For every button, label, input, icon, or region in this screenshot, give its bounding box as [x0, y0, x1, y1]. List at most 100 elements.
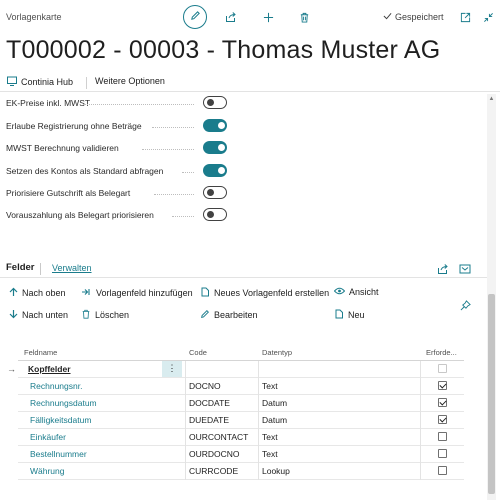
datatype-cell: Datum	[262, 415, 288, 425]
setting-row: MWST Berechnung validieren	[0, 140, 240, 158]
code-cell: DUEDATE	[189, 415, 229, 425]
ek-prices-toggle[interactable]	[203, 96, 227, 109]
dotted-leader	[142, 149, 194, 150]
setting-label: MWST Berechnung validieren	[6, 143, 119, 153]
table-row[interactable]: Bestellnummer OURDOCNO Text	[18, 446, 464, 463]
fields-section-header: Felder Verwalten	[0, 259, 487, 277]
dotted-leader	[182, 172, 194, 173]
datatype-cell: Text	[262, 381, 278, 391]
vertical-scrollbar[interactable]: ▲	[487, 94, 496, 500]
share-icon[interactable]	[437, 262, 449, 274]
prioritize-credit-memo-toggle[interactable]	[203, 186, 227, 199]
new-field-icon	[200, 287, 210, 299]
eye-icon	[333, 287, 346, 297]
table-row[interactable]: Währung CURRCODE Lookup	[18, 463, 464, 480]
code-cell: OURDOCNO	[189, 449, 240, 459]
row-actions-button[interactable]: ⋮	[162, 361, 182, 377]
setting-label: EK-Preise inkl. MWST	[6, 98, 91, 108]
column-divider	[420, 361, 421, 480]
dotted-leader	[154, 194, 194, 195]
new-template-field-button[interactable]: Neues Vorlagenfeld erstellen	[200, 287, 329, 299]
checkmark-icon	[383, 12, 392, 22]
prioritize-prepayment-toggle[interactable]	[203, 208, 227, 221]
move-up-button[interactable]: Nach oben	[9, 287, 66, 299]
table-row[interactable]: Einkäufer OURCONTACT Text	[18, 429, 464, 446]
field-name-cell[interactable]: Kopffelder	[28, 364, 71, 374]
field-name-cell[interactable]: Währung	[30, 466, 65, 476]
validate-vat-toggle[interactable]	[203, 141, 227, 154]
manage-link[interactable]: Verwalten	[52, 263, 92, 273]
datatype-cell: Text	[262, 449, 278, 459]
edit-label: Bearbeiten	[214, 310, 258, 320]
edit-field-button[interactable]: Bearbeiten	[200, 309, 258, 321]
code-cell: CURRCODE	[189, 466, 239, 476]
dotted-leader	[84, 104, 194, 105]
scroll-thumb[interactable]	[488, 294, 495, 494]
setting-label: Vorauszahlung als Belegart priorisieren	[6, 210, 154, 220]
action-bar: Continia Hub Weitere Optionen	[0, 72, 500, 92]
field-name-cell[interactable]: Bestellnummer	[30, 449, 87, 459]
dotted-leader	[152, 127, 194, 128]
dotted-leader	[172, 216, 194, 217]
required-checkbox[interactable]	[438, 364, 447, 373]
scroll-up-icon[interactable]: ▲	[487, 96, 496, 104]
table-row[interactable]: Rechnungsnr. DOCNO Text	[18, 378, 464, 395]
trash-icon	[81, 309, 91, 321]
new-template-field-label: Neues Vorlagenfeld erstellen	[214, 288, 330, 298]
column-header-required[interactable]: Erforde...	[426, 348, 457, 357]
column-divider	[185, 361, 186, 480]
table-row[interactable]: Fälligkeitsdatum DUEDATE Datum	[18, 412, 464, 429]
field-name-cell[interactable]: Einkäufer	[30, 432, 66, 442]
column-header-datatype[interactable]: Datentyp	[262, 348, 292, 357]
setting-row: EK-Preise inkl. MWST	[0, 95, 240, 113]
move-up-label: Nach oben	[22, 288, 66, 298]
required-checkbox[interactable]	[438, 398, 447, 407]
add-template-field-button[interactable]: Vorlagenfeld hinzufügen	[81, 287, 193, 299]
delete-button[interactable]: Löschen	[81, 309, 129, 321]
column-header-name[interactable]: Feldname	[24, 348, 57, 357]
table-row[interactable]: Rechnungsdatum DOCDATE Datum	[18, 395, 464, 412]
saved-label: Gespeichert	[395, 12, 444, 22]
field-name-cell[interactable]: Fälligkeitsdatum	[30, 415, 91, 425]
view-label: Ansicht	[349, 287, 379, 297]
more-options-label: Weitere Optionen	[95, 76, 165, 86]
section-divider	[0, 277, 487, 278]
pencil-icon	[190, 8, 201, 26]
delete-icon[interactable]	[297, 10, 311, 24]
move-down-button[interactable]: Nach unten	[9, 309, 68, 321]
setting-row: Erlaube Registrierung ohne Beträge	[0, 118, 240, 136]
arrow-up-icon	[9, 287, 18, 299]
section-title: Felder	[6, 262, 35, 273]
add-icon[interactable]	[261, 10, 275, 24]
continia-hub-button[interactable]: Continia Hub	[7, 76, 73, 88]
field-name-cell[interactable]: Rechnungsnr.	[30, 381, 82, 391]
move-down-label: Nach unten	[22, 310, 69, 320]
table-row[interactable]: Kopffelder ⋮	[18, 361, 464, 378]
page-type-label: Vorlagenkarte	[6, 12, 62, 22]
column-header-code[interactable]: Code	[189, 348, 207, 357]
setting-label: Priorisiere Gutschrift als Belegart	[6, 188, 131, 198]
link-add-icon	[81, 287, 92, 299]
open-new-window-icon[interactable]	[458, 10, 472, 24]
expand-icon[interactable]	[459, 262, 471, 274]
allow-registration-toggle[interactable]	[203, 119, 227, 132]
column-divider	[258, 361, 259, 480]
delete-label: Löschen	[95, 310, 130, 320]
share-icon[interactable]	[224, 10, 238, 24]
required-checkbox[interactable]	[438, 381, 447, 390]
new-button[interactable]: Neu	[334, 309, 365, 321]
required-checkbox[interactable]	[438, 432, 447, 441]
required-checkbox[interactable]	[438, 466, 447, 475]
default-account-toggle[interactable]	[203, 164, 227, 177]
edit-button[interactable]	[183, 5, 207, 29]
required-checkbox[interactable]	[438, 415, 447, 424]
field-name-cell[interactable]: Rechnungsdatum	[30, 398, 97, 408]
code-cell: DOCNO	[189, 381, 221, 391]
required-checkbox[interactable]	[438, 449, 447, 458]
new-label: Neu	[348, 310, 365, 320]
page-title: T000002 - 00003 - Thomas Muster AG	[6, 36, 441, 64]
collapse-icon[interactable]	[481, 10, 495, 24]
more-options-button[interactable]: Weitere Optionen	[95, 76, 165, 86]
view-button[interactable]: Ansicht	[333, 287, 379, 297]
pin-icon[interactable]	[460, 298, 471, 316]
